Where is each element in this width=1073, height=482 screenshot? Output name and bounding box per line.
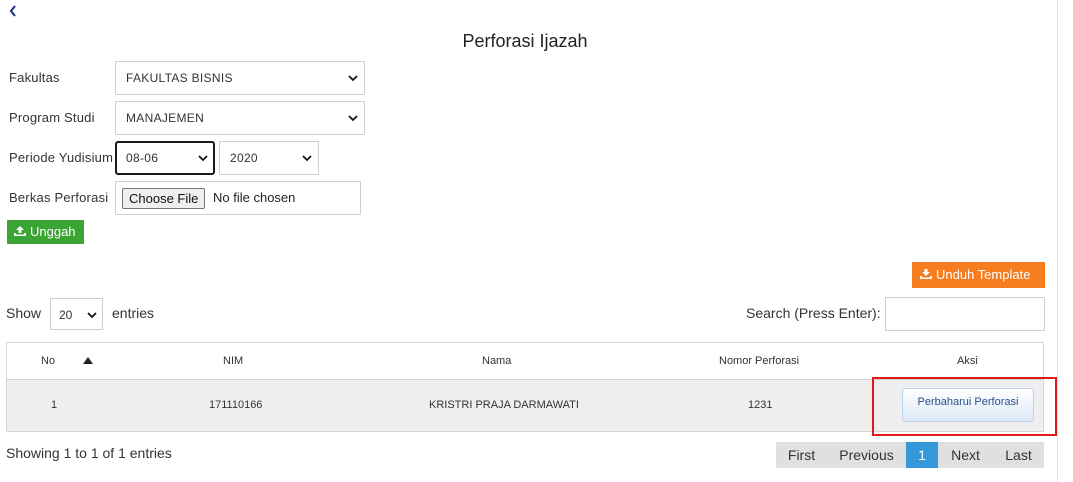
- page: Perforasi Ijazah Fakultas FAKULTAS BISNI…: [0, 0, 1073, 482]
- page-title: Perforasi Ijazah: [462, 31, 588, 51]
- prodi-label: Program Studi: [9, 110, 95, 125]
- page-1-button[interactable]: 1: [906, 442, 938, 468]
- highlight-box: [872, 377, 1057, 436]
- upload-button-label: Unggah: [30, 224, 76, 239]
- upload-tray-icon: [14, 226, 26, 237]
- header-nama[interactable]: Nama: [482, 355, 511, 367]
- entries-value: 20: [59, 308, 73, 322]
- berkas-label: Berkas Perforasi: [9, 190, 109, 205]
- download-template-button[interactable]: Unduh Template: [912, 262, 1045, 288]
- chevron-down-icon: [198, 155, 208, 162]
- table-header: No NIM Nama Nomor Perforasi Aksi: [7, 343, 1043, 380]
- periode-label: Periode Yudisium: [9, 150, 114, 165]
- fakultas-label: Fakultas: [9, 70, 60, 85]
- back-button[interactable]: [8, 4, 22, 20]
- page-first-button[interactable]: First: [776, 442, 827, 468]
- cell-no: 1: [51, 399, 58, 411]
- fakultas-value: FAKULTAS BISNIS: [126, 71, 233, 85]
- page-last-button[interactable]: Last: [993, 442, 1044, 468]
- page-previous-button[interactable]: Previous: [827, 442, 906, 468]
- cell-nomor-perforasi: 1231: [748, 399, 773, 411]
- download-template-label: Unduh Template: [936, 267, 1031, 282]
- file-input[interactable]: Choose File No file chosen: [115, 181, 361, 215]
- entries-label: entries: [112, 305, 155, 321]
- cell-nim: 171110166: [209, 399, 263, 411]
- prodi-value: MANAJEMEN: [126, 111, 205, 125]
- search-input[interactable]: [885, 297, 1045, 331]
- chevron-down-icon: [302, 155, 312, 162]
- entries-select[interactable]: 20: [50, 298, 103, 330]
- search-label: Search (Press Enter):: [746, 305, 881, 321]
- table-info: Showing 1 to 1 of 1 entries: [6, 445, 172, 461]
- header-no[interactable]: No: [41, 355, 55, 367]
- upload-button[interactable]: Unggah: [7, 220, 84, 244]
- periode-date-select[interactable]: 08-06: [115, 141, 215, 175]
- chevron-left-icon: [9, 5, 16, 17]
- header-aksi: Aksi: [957, 355, 978, 367]
- periode-year-value: 2020: [230, 151, 258, 165]
- chevron-down-icon: [348, 115, 358, 122]
- header-nomor-perforasi[interactable]: Nomor Perforasi: [719, 355, 799, 367]
- choose-file-button[interactable]: Choose File: [122, 188, 206, 209]
- fakultas-select[interactable]: FAKULTAS BISNIS: [115, 61, 365, 95]
- cell-nama: KRISTRI PRAJA DARMAWATI: [429, 399, 579, 411]
- chevron-down-icon: [348, 75, 358, 82]
- periode-year-select[interactable]: 2020: [219, 141, 319, 175]
- scrollbar-track[interactable]: [1057, 0, 1073, 482]
- periode-date-value: 08-06: [126, 151, 159, 165]
- page-next-button[interactable]: Next: [938, 442, 993, 468]
- sort-up-icon[interactable]: [83, 357, 93, 364]
- download-tray-icon: [920, 269, 932, 280]
- file-status: No file chosen: [213, 190, 296, 205]
- chevron-down-icon: [87, 312, 97, 319]
- show-label: Show: [6, 305, 42, 321]
- header-nim[interactable]: NIM: [223, 355, 243, 367]
- prodi-select[interactable]: MANAJEMEN: [115, 101, 365, 135]
